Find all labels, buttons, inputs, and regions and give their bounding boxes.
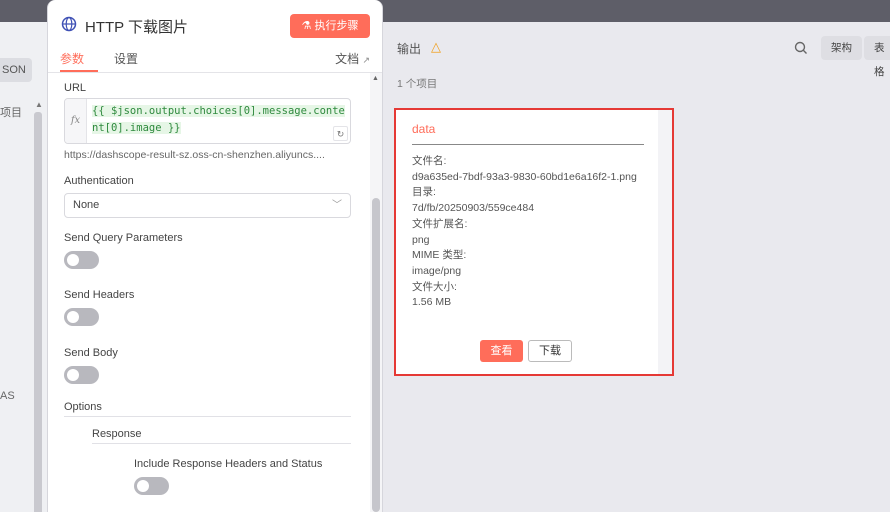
url-expression-text: {{ $json.output.choices[0].message.conte… <box>92 105 345 134</box>
schema-view-button[interactable]: 架构 <box>821 36 862 60</box>
options-label: Options <box>64 401 102 413</box>
node-title[interactable]: HTTP 下载图片 <box>85 16 188 37</box>
send-query-toggle[interactable] <box>64 251 99 269</box>
authentication-label: Authentication <box>64 175 134 187</box>
include-headers-toggle[interactable] <box>134 477 169 495</box>
parameters-content: URL fx {{ $json.output.choices[0].messag… <box>48 73 368 512</box>
url-expression[interactable]: {{ $json.output.choices[0].message.conte… <box>92 103 350 137</box>
send-body-label: Send Body <box>64 347 118 359</box>
output-title: 输出 <box>397 42 422 56</box>
table-view-button[interactable]: 表格 <box>864 36 890 78</box>
chevron-up-icon[interactable]: ▲ <box>35 100 43 109</box>
extension-value: png <box>412 233 430 246</box>
url-label: URL <box>64 82 87 94</box>
file-size-label: 文件大小: <box>412 280 457 293</box>
input-panel: SON 项目 ▲ AS <box>0 22 47 512</box>
node-header: HTTP 下载图片 ⚗ 执行步骤 参数 设置 文档 ↗ <box>48 0 382 72</box>
execute-step-button[interactable]: ⚗ 执行步骤 <box>290 14 370 38</box>
fx-icon: fx <box>65 99 87 143</box>
file-name-value: d9a635ed-7bdf-93a3-9830-60bd1e6a16f2-1.p… <box>412 170 637 183</box>
globe-icon <box>61 16 77 32</box>
binary-data-card: data 文件名: d9a635ed-7bdf-93a3-9830-60bd1e… <box>394 108 674 376</box>
output-items-count: 1 个项目 <box>397 78 438 90</box>
directory-value: 7d/fb/20250903/559ce484 <box>412 202 535 215</box>
input-items-label: 项目 <box>0 107 22 119</box>
file-size-value: 1.56 MB <box>412 296 452 309</box>
card-side-panel <box>658 110 672 374</box>
search-icon[interactable] <box>793 40 809 56</box>
mime-label: MIME 类型: <box>412 249 467 262</box>
docs-link[interactable]: 文档 ↗ <box>335 50 370 67</box>
tab-settings[interactable]: 设置 <box>114 50 138 72</box>
external-link-icon: ↗ <box>362 55 370 65</box>
authentication-select[interactable]: None ﹀ <box>64 193 351 218</box>
title-divider <box>412 144 644 145</box>
send-body-toggle[interactable] <box>64 366 99 384</box>
node-parameters-panel: HTTP 下载图片 ⚗ 执行步骤 参数 设置 文档 ↗ URL fx {{ $j… <box>47 0 383 512</box>
warning-icon[interactable]: △ <box>431 39 441 55</box>
json-view-tab[interactable]: SON <box>0 58 32 82</box>
mime-value: image/png <box>412 264 462 277</box>
scroll-up-arrow-icon[interactable]: ▲ <box>372 75 379 82</box>
include-headers-label: Include Response Headers and Status <box>134 458 323 470</box>
response-option-label: Response <box>92 428 142 440</box>
binary-data-content: data 文件名: d9a635ed-7bdf-93a3-9830-60bd1e… <box>396 110 658 374</box>
binary-key-title: data <box>412 122 436 136</box>
expand-icon[interactable]: ↻ <box>333 126 348 141</box>
binary-metadata: 文件名: d9a635ed-7bdf-93a3-9830-60bd1e6a16f… <box>412 154 638 311</box>
input-scrollbar[interactable] <box>34 112 42 512</box>
input-as-label: AS <box>0 390 15 402</box>
chevron-down-icon: ﹀ <box>332 200 342 211</box>
send-headers-toggle[interactable] <box>64 308 99 326</box>
parameters-scrollbar[interactable]: ▲ <box>370 73 382 512</box>
send-headers-label: Send Headers <box>64 289 135 301</box>
tab-parameters[interactable]: 参数 <box>60 50 98 72</box>
response-divider <box>92 443 351 444</box>
options-divider <box>64 416 351 417</box>
url-expression-field[interactable]: fx {{ $json.output.choices[0].message.co… <box>64 98 351 144</box>
url-preview: https://dashscope-result-sz.oss-cn-shenz… <box>64 149 325 161</box>
authentication-value: None <box>73 199 100 211</box>
flask-icon: ⚗ <box>301 20 312 32</box>
directory-label: 目录: <box>412 186 436 199</box>
file-name-label: 文件名: <box>412 155 447 167</box>
view-file-button[interactable]: 查看 <box>480 340 523 362</box>
scroll-thumb[interactable] <box>372 198 380 512</box>
execute-step-label: 执行步骤 <box>314 20 359 32</box>
extension-label: 文件扩展名: <box>412 217 468 230</box>
download-file-button[interactable]: 下载 <box>528 340 572 362</box>
send-query-label: Send Query Parameters <box>64 232 183 244</box>
docs-label: 文档 <box>335 52 360 66</box>
